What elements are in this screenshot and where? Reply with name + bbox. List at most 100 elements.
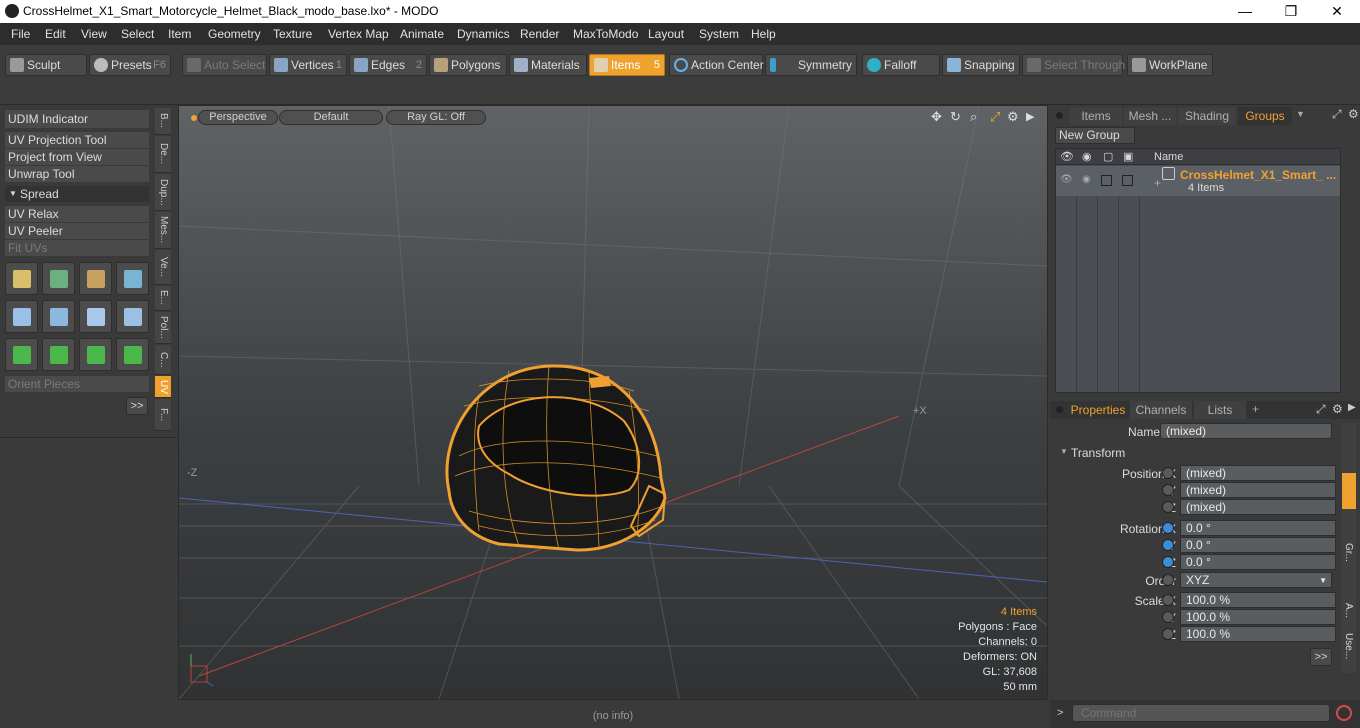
close-icon[interactable]: ✕ — [1314, 0, 1360, 23]
tab-uv[interactable]: UV — [155, 376, 171, 398]
rotate-view-icon[interactable]: ↻ — [950, 109, 961, 125]
tab-pol[interactable]: Pol... — [155, 312, 171, 344]
menu-layout[interactable]: Layout — [648, 27, 684, 41]
properties-options-gear-icon[interactable]: ⚙ — [1332, 402, 1343, 416]
name-field[interactable]: (mixed) — [1160, 423, 1332, 439]
fit-uvs-button[interactable]: Fit UVs — [5, 240, 149, 256]
3d-viewport[interactable]: +X -Z Perspective Default Ray GL: Off ✥ … — [178, 105, 1048, 700]
name-column-header[interactable]: Name — [1154, 151, 1183, 163]
menu-select[interactable]: Select — [121, 27, 154, 41]
select-cube-icon[interactable]: ▣ — [1123, 150, 1133, 163]
sculpt-button[interactable]: Sculpt — [5, 54, 87, 76]
items-button[interactable]: Items 5 — [589, 54, 665, 76]
menu-item[interactable]: Item — [168, 27, 191, 41]
tab-lists[interactable]: Lists — [1194, 401, 1246, 419]
transform-section[interactable]: ▼ Transform — [1050, 445, 1360, 462]
order-dropdown[interactable]: XYZ ▼ — [1180, 572, 1332, 588]
rotation-y-key-dot[interactable] — [1162, 539, 1174, 551]
perspective-button[interactable]: Perspective — [198, 110, 278, 125]
materials-button[interactable]: Materials — [509, 54, 587, 76]
visibility-eye-icon[interactable]: 👁 — [1060, 150, 1074, 163]
fit-view-icon[interactable]: ⤢ — [990, 109, 1000, 125]
select-through-button[interactable]: Select Through — [1022, 54, 1125, 76]
position-z-key-dot[interactable] — [1162, 501, 1174, 513]
menu-file[interactable]: File — [11, 27, 30, 41]
scale-x-key-dot[interactable] — [1162, 594, 1174, 606]
uv-rotate-tool-button[interactable] — [42, 262, 75, 295]
rotation-x-key-dot[interactable] — [1162, 522, 1174, 534]
tab-b[interactable]: B... — [155, 108, 171, 135]
uv-scale-tool-button[interactable] — [79, 262, 112, 295]
align-right-button[interactable] — [116, 338, 149, 371]
more-tools-button[interactable]: >> — [126, 397, 148, 415]
rotation-x-field[interactable]: 0.0 ° — [1180, 520, 1336, 536]
tab-de[interactable]: De... — [155, 136, 171, 173]
tab-groups[interactable]: Groups — [1238, 107, 1292, 125]
uv-projection-tool-button[interactable]: UV Projection Tool — [5, 132, 149, 148]
menu-maxtomodo[interactable]: MaxToModo — [573, 27, 638, 41]
menu-edit[interactable]: Edit — [45, 27, 66, 41]
menu-vertex-map[interactable]: Vertex Map — [328, 27, 389, 41]
group-row[interactable]: 👁 ◉ + CrossHelmet_X1_Smart_ ... 4 Items — [1056, 166, 1340, 196]
uv-grid-1-button[interactable] — [5, 300, 38, 333]
command-input[interactable] — [1072, 704, 1330, 722]
groups-tree[interactable]: 👁 ◉ ▢ ▣ Name 👁 ◉ + CrossHelmet_X1_Smart_… — [1055, 148, 1341, 393]
group-render-icon[interactable]: ◉ — [1082, 174, 1091, 185]
presets-button[interactable]: Presets F6 — [89, 54, 171, 76]
orient-pieces-button[interactable]: Orient Pieces — [5, 376, 149, 392]
side-tab-active[interactable] — [1342, 473, 1356, 509]
menu-view[interactable]: View — [81, 27, 107, 41]
workplane-button[interactable]: WorkPlane — [1127, 54, 1213, 76]
symmetry-button[interactable]: Symmetry — [765, 54, 857, 76]
default-shading-button[interactable]: Default — [279, 110, 383, 125]
properties-more-button[interactable]: >> — [1310, 648, 1332, 666]
side-tab-gr[interactable]: Gr... — [1343, 543, 1354, 562]
rotation-y-field[interactable]: 0.0 ° — [1180, 537, 1336, 553]
tab-items[interactable]: Items — [1070, 107, 1122, 125]
tab-channels[interactable]: Channels — [1130, 401, 1192, 419]
menu-system[interactable]: System — [699, 27, 739, 41]
scale-y-key-dot[interactable] — [1162, 611, 1174, 623]
expand-plus-icon[interactable]: + — [1154, 176, 1161, 190]
udim-indicator-button[interactable]: UDIM Indicator — [5, 110, 149, 128]
uv-grid-4-button[interactable] — [116, 300, 149, 333]
position-y-field[interactable]: (mixed) — [1180, 482, 1336, 498]
panel-maximize-icon[interactable]: ⤢ — [1332, 107, 1342, 122]
uv-transform-tool-button[interactable] — [5, 262, 38, 295]
menu-render[interactable]: Render — [520, 27, 559, 41]
maximize-icon[interactable]: ❐ — [1268, 0, 1314, 23]
vertices-button[interactable]: Vertices 1 — [269, 54, 347, 76]
properties-menu-dot[interactable] — [1056, 406, 1063, 413]
panel-menu-dot[interactable] — [1056, 112, 1063, 119]
properties-arrow-icon[interactable]: ▶ — [1348, 402, 1356, 413]
project-from-view-button[interactable]: Project from View — [5, 149, 149, 165]
menu-help[interactable]: Help — [751, 27, 776, 41]
viewport-expand-arrow-icon[interactable]: ▶ — [1026, 110, 1034, 123]
position-z-field[interactable]: (mixed) — [1180, 499, 1336, 515]
tab-ve[interactable]: Ve... — [155, 250, 171, 285]
panel-options-gear-icon[interactable]: ⚙ — [1348, 107, 1359, 121]
helmet-wireframe[interactable] — [445, 364, 667, 552]
rotation-z-field[interactable]: 0.0 ° — [1180, 554, 1336, 570]
side-tab-use[interactable]: Use... — [1343, 633, 1354, 659]
scale-z-key-dot[interactable] — [1162, 628, 1174, 640]
edges-button[interactable]: Edges 2 — [349, 54, 427, 76]
viewport-menu-dot[interactable] — [191, 115, 197, 121]
record-macro-icon[interactable] — [1336, 705, 1352, 721]
align-left-button[interactable] — [79, 338, 112, 371]
menu-texture[interactable]: Texture — [273, 27, 312, 41]
group-select-checkbox[interactable] — [1122, 175, 1133, 186]
tab-c[interactable]: C... — [155, 345, 171, 375]
pan-icon[interactable]: ✥ — [931, 109, 942, 125]
scale-z-field[interactable]: 100.0 % — [1180, 626, 1336, 642]
position-x-key-dot[interactable] — [1162, 467, 1174, 479]
add-tab-plus[interactable]: + — [1252, 402, 1259, 416]
tab-mesh[interactable]: Mesh ... — [1124, 107, 1176, 125]
auto-select-button[interactable]: Auto Select — [182, 54, 267, 76]
tab-dup[interactable]: Dup... — [155, 174, 171, 211]
uv-pack-tool-button[interactable] — [116, 262, 149, 295]
action-center-button[interactable]: Action Center — [669, 54, 764, 76]
raygl-button[interactable]: Ray GL: Off — [386, 110, 486, 125]
group-lock-checkbox[interactable] — [1101, 175, 1112, 186]
uv-grid-2-button[interactable] — [42, 300, 75, 333]
